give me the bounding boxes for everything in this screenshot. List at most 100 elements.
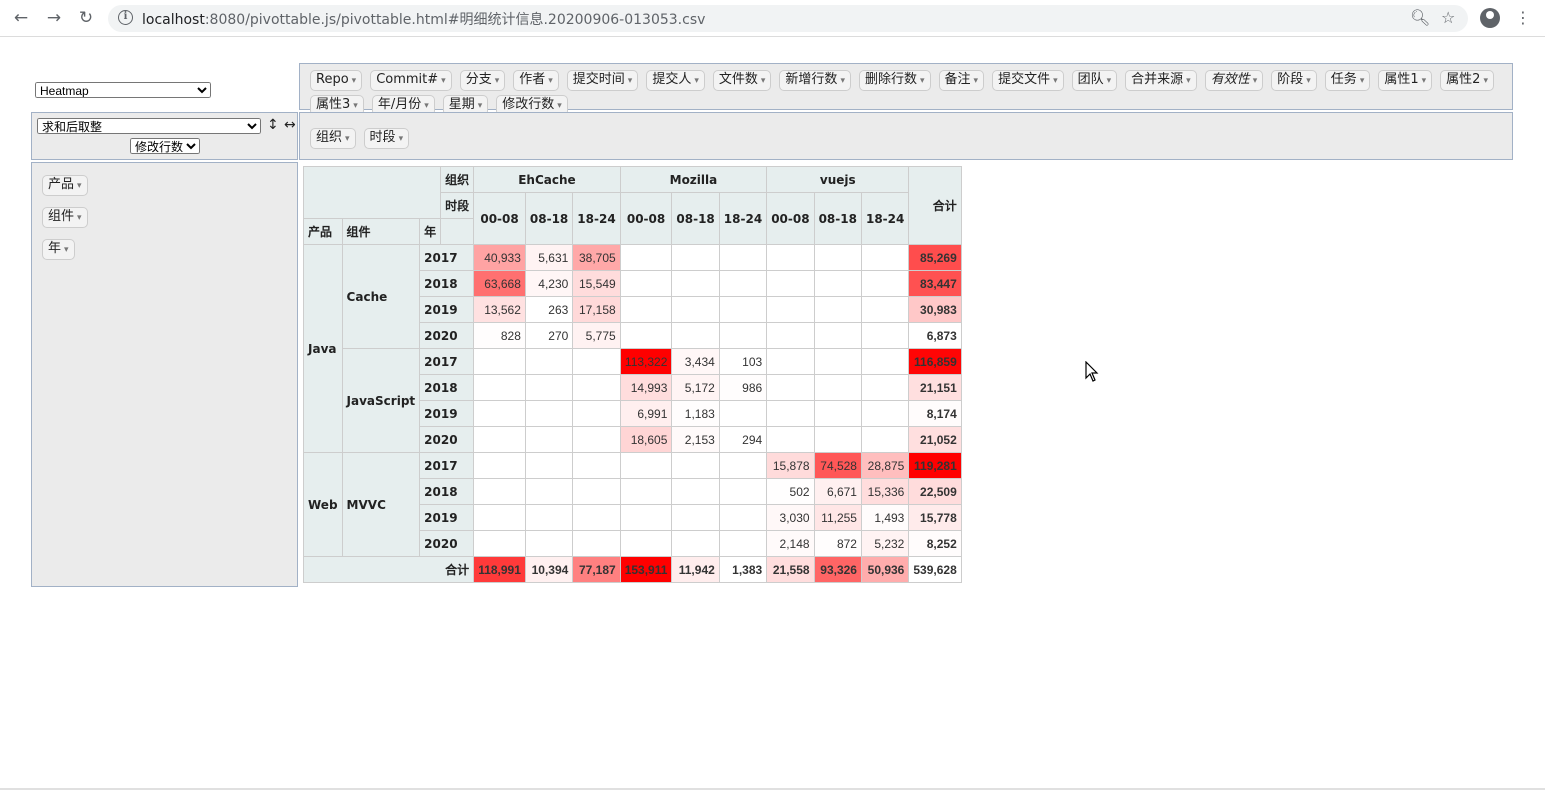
table-row: Java Cache 2017 40,933 5,631 38,705 85,269 <box>303 244 962 453</box>
forward-arrow-icon[interactable]: → <box>43 7 65 29</box>
attribute-pill-label: 删除行数 <box>864 72 917 87</box>
dropdown-triangle-icon[interactable]: ▾ <box>694 76 699 86</box>
table-cell <box>619 478 673 505</box>
attribute-pill-label: 提交文件 <box>998 72 1051 87</box>
dropdown-triangle-icon[interactable]: ▾ <box>495 76 500 86</box>
attribute-pill-label: Repo <box>316 72 349 87</box>
attribute-pill[interactable]: 新增行数 ▾ <box>779 70 851 91</box>
dropdown-triangle-icon[interactable]: ▾ <box>345 134 350 144</box>
dropdown-triangle-icon[interactable]: ▾ <box>1306 76 1311 86</box>
table-cell <box>671 322 720 349</box>
dropdown-triangle-icon[interactable]: ▾ <box>920 76 925 86</box>
bookmark-star-icon[interactable]: ☆ <box>1441 8 1455 27</box>
attribute-pill[interactable]: 分支 ▾ <box>459 70 506 91</box>
url-host: localhost <box>142 12 205 28</box>
table-cell: 63,668 <box>473 270 526 297</box>
attribute-pill[interactable]: 组件 ▾ <box>42 207 88 228</box>
dropdown-triangle-icon[interactable]: ▾ <box>352 76 357 86</box>
dropdown-triangle-icon[interactable]: ▾ <box>1107 76 1112 86</box>
table-cell: 113,322 <box>619 348 673 375</box>
attribute-pill[interactable]: 任务 ▾ <box>1324 70 1371 91</box>
table-cell <box>766 426 815 453</box>
table-cell <box>766 270 815 297</box>
attribute-pill[interactable]: 时段 ▾ <box>363 128 410 149</box>
col-header-period: 18-24 <box>860 192 910 245</box>
back-arrow-icon[interactable]: ← <box>10 7 32 29</box>
table-cell <box>619 244 673 271</box>
attribute-pill[interactable]: 年 ▾ <box>42 239 75 260</box>
dropdown-triangle-icon[interactable]: ▾ <box>628 76 633 86</box>
attribute-pill[interactable]: Commit# ▾ <box>370 70 452 91</box>
row-total-cell: 21,052 <box>908 426 962 453</box>
table-cell: 3,434 <box>671 348 720 375</box>
url-text[interactable]: localhost:8080/pivottable.js/pivottable.… <box>142 9 705 29</box>
dropdown-triangle-icon[interactable]: ▾ <box>548 76 553 86</box>
dropdown-triangle-icon[interactable]: ▾ <box>1360 76 1365 86</box>
attribute-pill[interactable]: 阶段 ▾ <box>1271 70 1317 91</box>
attribute-pill-label: 作者 <box>519 72 546 87</box>
table-cell: 38,705 <box>572 244 621 271</box>
table-cell <box>524 478 574 505</box>
dropdown-triangle-icon[interactable]: ▾ <box>1186 76 1191 86</box>
dropdown-triangle-icon[interactable]: ▾ <box>1253 76 1258 86</box>
sort-rows-icon[interactable]: ↕ <box>267 117 279 133</box>
dropdown-triangle-icon[interactable]: ▾ <box>761 76 766 86</box>
attribute-pill[interactable]: 团队 ▾ <box>1071 70 1118 91</box>
zoom-icon[interactable]: 🔍︎ <box>1410 8 1430 27</box>
row-total-cell: 116,859 <box>908 348 962 375</box>
attribute-pill[interactable]: 提交时间 ▾ <box>566 70 639 91</box>
attribute-pill[interactable]: 提交文件 ▾ <box>992 70 1064 91</box>
row-total-cell: 8,252 <box>908 530 962 557</box>
dropdown-triangle-icon[interactable]: ▾ <box>478 101 483 111</box>
attribute-pill[interactable]: 备注 ▾ <box>938 70 985 91</box>
attribute-pill-label: 年 <box>48 241 62 256</box>
attribute-pill[interactable]: 合并来源 ▾ <box>1125 70 1197 91</box>
dropdown-triangle-icon[interactable]: ▾ <box>77 213 82 223</box>
dropdown-triangle-icon[interactable]: ▾ <box>557 101 562 111</box>
attribute-pill-label: Commit# <box>376 72 439 87</box>
table-cell <box>860 348 910 375</box>
attribute-pill[interactable]: Repo ▾ <box>310 70 363 91</box>
site-info-icon[interactable]: i <box>118 10 133 25</box>
attribute-pill[interactable]: 属性1 ▾ <box>1378 70 1433 91</box>
attribute-pill[interactable]: 作者 ▾ <box>513 70 559 91</box>
attribute-pill[interactable]: 提交人 ▾ <box>646 70 705 91</box>
table-cell <box>619 322 673 349</box>
table-cell <box>619 296 673 323</box>
profile-avatar-icon[interactable] <box>1480 8 1500 28</box>
aggregator-select[interactable]: 求和后取整 <box>37 118 261 134</box>
reload-icon[interactable]: ↻ <box>75 7 97 29</box>
attribute-pill[interactable]: 删除行数 ▾ <box>858 70 931 91</box>
col-total-cell: 153,911 <box>619 556 673 583</box>
address-bar[interactable]: i localhost:8080/pivottable.js/pivottabl… <box>108 5 1468 32</box>
row-header-year: 2019 <box>419 400 475 427</box>
sort-cols-icon[interactable]: ↔ <box>284 117 296 133</box>
col-header-org: EhCache <box>473 166 621 193</box>
dropdown-triangle-icon[interactable]: ▾ <box>1053 76 1058 86</box>
dropdown-triangle-icon[interactable]: ▾ <box>1422 76 1427 86</box>
attribute-pill[interactable]: 组织 ▾ <box>310 128 356 149</box>
attribute-pill[interactable]: 属性2 ▾ <box>1440 70 1494 91</box>
renderer-select[interactable]: Heatmap <box>35 82 211 98</box>
dropdown-triangle-icon[interactable]: ▾ <box>974 76 979 86</box>
dropdown-triangle-icon[interactable]: ▾ <box>64 245 69 255</box>
table-cell <box>813 322 862 349</box>
table-cell <box>766 322 815 349</box>
col-total-cell: 10,394 <box>524 556 574 583</box>
table-cell <box>860 270 910 297</box>
attribute-pill[interactable]: 有效性 ▾ <box>1204 70 1264 91</box>
table-cell <box>524 400 574 427</box>
attribute-pill[interactable]: 文件数 ▾ <box>712 70 772 91</box>
dropdown-triangle-icon[interactable]: ▾ <box>353 101 358 111</box>
attribute-pill-label: 提交时间 <box>572 72 625 87</box>
dropdown-triangle-icon[interactable]: ▾ <box>424 101 429 111</box>
browser-menu-icon[interactable]: ⋮ <box>1515 8 1531 27</box>
table-cell <box>766 400 815 427</box>
dropdown-triangle-icon[interactable]: ▾ <box>1483 76 1488 86</box>
dropdown-triangle-icon[interactable]: ▾ <box>441 76 446 86</box>
attribute-pill[interactable]: 产品 ▾ <box>42 175 88 196</box>
dropdown-triangle-icon[interactable]: ▾ <box>77 181 82 191</box>
dropdown-triangle-icon[interactable]: ▾ <box>840 76 845 86</box>
aggregator-field-select[interactable]: 修改行数 <box>130 138 200 154</box>
dropdown-triangle-icon[interactable]: ▾ <box>399 134 404 144</box>
